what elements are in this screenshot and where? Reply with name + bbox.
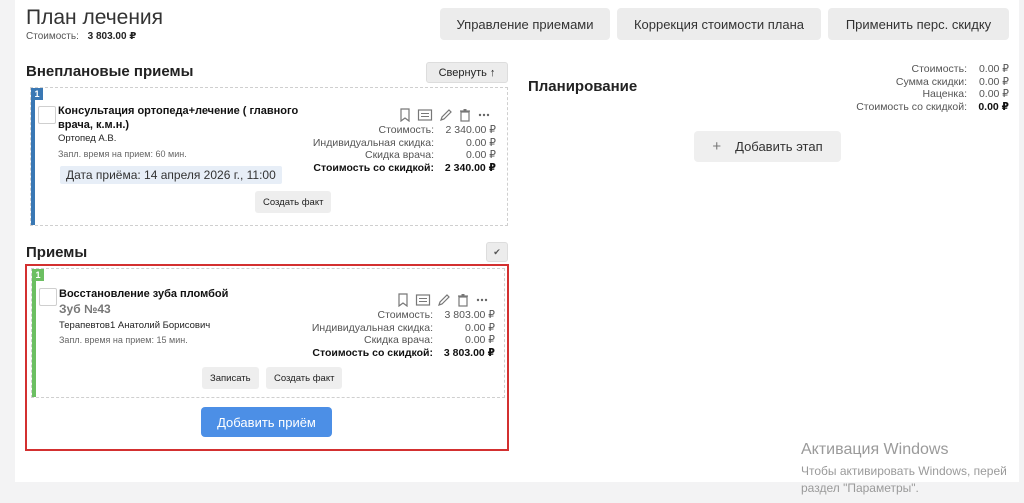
discounted-cost-row: Стоимость со скидкой: 2 340.00 ₽ <box>313 161 496 174</box>
cost-breakdown: Стоимость: 3 803.00 ₽ Индивидуальная скид… <box>312 309 495 359</box>
create-fact-button[interactable]: Создать факт <box>255 191 332 213</box>
comment-icon[interactable] <box>417 108 433 122</box>
service-name: Консультация ортопеда+лечение ( главного… <box>58 105 299 131</box>
planning-markup-row: Наценка: 0.00 ₽ <box>922 88 1009 100</box>
edit-icon[interactable] <box>437 293 451 307</box>
windows-activation-watermark: Активация Windows Чтобы активировать Win… <box>801 441 1007 497</box>
plan-cost-value: 3 803.00 ₽ <box>87 31 137 42</box>
card-actions <box>399 108 491 122</box>
add-stage-label: Добавить этап <box>735 139 823 154</box>
planned-time: Запл. время на прием: 15 мин. <box>59 335 188 345</box>
card-number: 1 <box>31 88 43 100</box>
add-appointment-button[interactable]: Добавить приём <box>201 407 332 437</box>
cost-row: Стоимость: 2 340.00 ₽ <box>378 124 496 136</box>
treatment-plan-page: План лечения Стоимость: 3 803.00 ₽ Управ… <box>15 0 1019 482</box>
appointment-date-chip: Дата приёма: 14 апреля 2026 г., 11:00 <box>60 166 282 184</box>
collapse-button[interactable]: Свернуть ↑ <box>426 62 508 83</box>
apply-personal-discount-button[interactable]: Применить перс. скидку <box>828 8 1009 40</box>
edit-icon[interactable] <box>439 108 453 122</box>
cost-breakdown: Стоимость: 2 340.00 ₽ Индивидуальная скид… <box>313 124 496 174</box>
planned-time: Запл. время на прием: 60 мин. <box>58 149 187 159</box>
card-checkbox[interactable] <box>38 106 56 124</box>
doctor-discount-row: Скидка врача: 0.00 ₽ <box>364 149 496 161</box>
doctor-name: Ортопед А.В. <box>58 133 117 144</box>
card-actions <box>397 293 489 307</box>
doctor-name: Терапевтов1 Анатолий Борисович <box>59 320 211 331</box>
appointment-card: 1 Восстановление зуба пломбой Зуб №43 Те… <box>31 268 505 398</box>
doctor-discount-row: Скидка врача: 0.00 ₽ <box>363 334 495 346</box>
manage-appointments-button[interactable]: Управление приемами <box>440 8 610 40</box>
add-stage-button[interactable]: + Добавить этап <box>694 131 841 162</box>
card-accent-bar <box>32 269 36 397</box>
check-icon[interactable]: ✔ <box>486 242 508 262</box>
trash-icon[interactable] <box>457 293 469 307</box>
card-checkbox[interactable] <box>39 288 57 306</box>
tooth-number: Зуб №43 <box>59 302 111 316</box>
card-number: 1 <box>32 269 44 281</box>
planning-totals: Стоимость: 0.00 ₽ Сумма скидки: 0.00 ₽ Нац… <box>856 63 1009 113</box>
correct-plan-cost-button[interactable]: Коррекция стоимости плана <box>617 8 821 40</box>
unplanned-section-title: Внеплановые приемы <box>26 63 194 80</box>
bookmark-icon[interactable] <box>399 108 411 122</box>
unplanned-appointment-card: 1 Консультация ортопеда+лечение ( главно… <box>30 87 508 226</box>
personal-discount-row: Индивидуальная скидка: 0.00 ₽ <box>312 136 496 149</box>
planning-discounted-row: Стоимость со скидкой: 0.00 ₽ <box>856 100 1009 113</box>
service-name: Восстановление зуба пломбой <box>59 288 229 300</box>
plan-cost-label: Стоимость: <box>26 31 79 42</box>
comment-icon[interactable] <box>415 293 431 307</box>
more-icon[interactable] <box>477 108 491 122</box>
discounted-cost-row: Стоимость со скидкой: 3 803.00 ₽ <box>312 346 495 359</box>
watermark-title: Активация Windows <box>801 441 949 458</box>
create-fact-button[interactable]: Создать факт <box>266 367 343 389</box>
more-icon[interactable] <box>475 293 489 307</box>
plan-cost: Стоимость: 3 803.00 ₽ <box>26 31 136 42</box>
appointments-section-title: Приемы <box>26 244 88 261</box>
plus-icon: + <box>712 138 722 155</box>
planning-cost-row: Стоимость: 0.00 ₽ <box>911 63 1009 75</box>
appointments-highlight-box: 1 Восстановление зуба пломбой Зуб №43 Те… <box>25 264 509 451</box>
planning-title: Планирование <box>528 78 638 95</box>
page-title: План лечения <box>26 6 164 29</box>
planning-discount-sum-row: Сумма скидки: 0.00 ₽ <box>895 75 1009 88</box>
trash-icon[interactable] <box>459 108 471 122</box>
cost-row: Стоимость: 3 803.00 ₽ <box>377 309 495 321</box>
bookmark-icon[interactable] <box>397 293 409 307</box>
card-accent-bar <box>31 88 35 225</box>
watermark-text: Чтобы активировать Windows, перей раздел… <box>801 464 1007 495</box>
personal-discount-row: Индивидуальная скидка: 0.00 ₽ <box>311 321 495 334</box>
record-button[interactable]: Записать <box>202 367 259 389</box>
